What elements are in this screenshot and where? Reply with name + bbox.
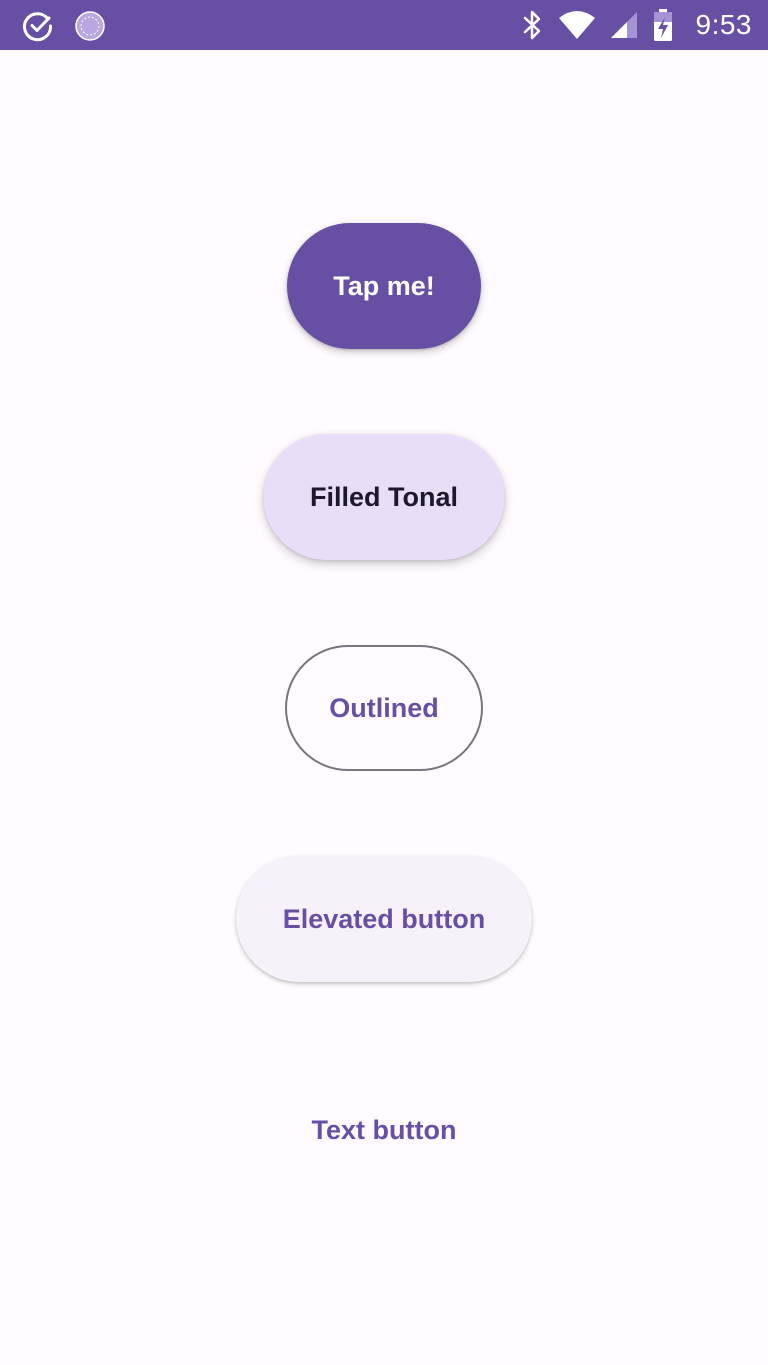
tap-me-button[interactable]: Tap me! — [287, 223, 481, 349]
wifi-icon — [558, 10, 596, 40]
status-bar-clock: 9:53 — [695, 9, 752, 40]
status-bar: 9:53 — [0, 0, 768, 50]
loading-circle-icon — [74, 10, 106, 42]
battery-charging-icon — [652, 8, 674, 42]
text-button[interactable]: Text button — [284, 1067, 484, 1193]
elevated-button[interactable]: Elevated button — [236, 856, 532, 982]
cellular-signal-icon — [610, 11, 638, 39]
check-circle-icon — [22, 10, 54, 42]
status-bar-left-icons — [22, 10, 106, 42]
outlined-button[interactable]: Outlined — [285, 645, 483, 771]
filled-tonal-button[interactable]: Filled Tonal — [263, 434, 505, 560]
status-bar-right-icons: 9:53 — [522, 8, 753, 42]
bluetooth-icon — [522, 9, 544, 41]
main-content: Tap me! Filled Tonal Outlined Elevated b… — [0, 50, 768, 1365]
